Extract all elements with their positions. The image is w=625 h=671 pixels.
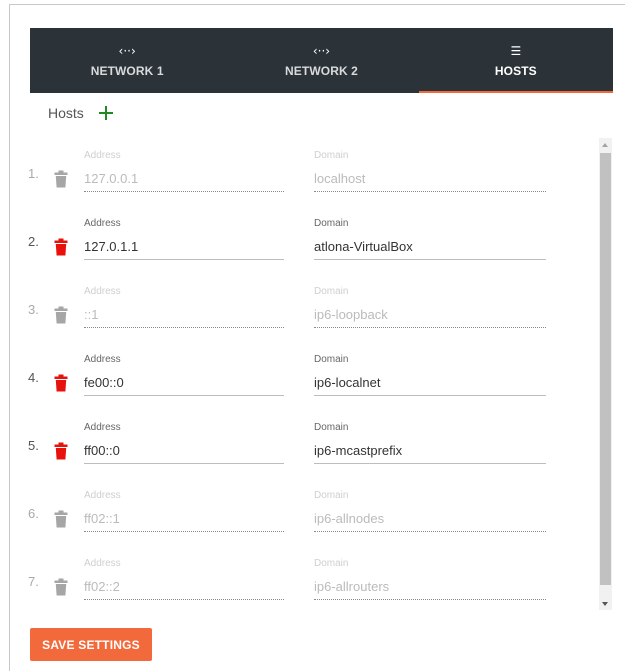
trash-icon[interactable] bbox=[54, 238, 68, 256]
scrollbar[interactable] bbox=[599, 138, 612, 610]
trash-icon[interactable] bbox=[54, 374, 68, 392]
address-input[interactable]: 127.0.1.1 bbox=[84, 238, 284, 260]
domain-input: ip6-allrouters bbox=[314, 578, 546, 600]
address-label: Address bbox=[84, 422, 121, 433]
row-number: 5. bbox=[28, 438, 39, 453]
address-label: Address bbox=[84, 150, 121, 161]
domain-input[interactable]: ip6-localnet bbox=[314, 374, 546, 396]
address-field: Address::1 bbox=[84, 286, 284, 328]
tab-network-2[interactable]: ‹··› NETWORK 2 bbox=[224, 28, 418, 93]
domain-label: Domain bbox=[314, 490, 349, 501]
scroll-down-arrow-icon[interactable] bbox=[599, 597, 612, 610]
code-brackets-icon: ‹··› bbox=[312, 44, 331, 58]
tab-label: NETWORK 2 bbox=[285, 64, 358, 78]
host-row: 7. Addressff02::2 Domainip6-allrouters bbox=[24, 546, 599, 610]
domain-input: localhost bbox=[314, 170, 546, 192]
address-input: ff02::1 bbox=[84, 510, 284, 532]
address-input: ff02::2 bbox=[84, 578, 284, 600]
domain-label: Domain bbox=[314, 150, 349, 161]
address-label: Address bbox=[84, 558, 121, 569]
row-number: 3. bbox=[28, 302, 39, 317]
domain-field: Domain atlona-VirtualBox bbox=[314, 218, 546, 260]
address-label: Address bbox=[84, 354, 121, 365]
row-number: 2. bbox=[28, 234, 39, 249]
domain-field: Domain ip6-allrouters bbox=[314, 558, 546, 600]
tab-label: NETWORK 1 bbox=[90, 64, 164, 78]
host-row: 2. Address 127.0.1.1 Domain atlona-VirtualBo… bbox=[24, 206, 599, 274]
address-input[interactable]: fe00::0 bbox=[84, 374, 284, 396]
domain-label: Domain bbox=[314, 286, 349, 297]
trash-icon bbox=[54, 510, 68, 528]
address-field: Address 127.0.0.1 bbox=[84, 150, 284, 192]
row-number: 1. bbox=[28, 166, 39, 181]
hosts-header: Hosts bbox=[48, 105, 114, 121]
address-label: Address bbox=[84, 218, 121, 229]
hosts-list: 1. Address 127.0.0.1 Domain localhost 2. Addre… bbox=[24, 138, 599, 610]
address-input: 127.0.0.1 bbox=[84, 170, 284, 192]
domain-input: ip6-allnodes bbox=[314, 510, 546, 532]
address-field: Addressff02::1 bbox=[84, 490, 284, 532]
address-field: Address 127.0.1.1 bbox=[84, 218, 284, 260]
address-field: Addressff02::2 bbox=[84, 558, 284, 600]
address-input[interactable]: ff00::0 bbox=[84, 442, 284, 464]
host-row: 1. Address 127.0.0.1 Domain localhost bbox=[24, 138, 599, 206]
domain-input[interactable]: ip6-mcastprefix bbox=[314, 442, 546, 464]
row-number: 4. bbox=[28, 370, 39, 385]
domain-field: Domain localhost bbox=[314, 150, 546, 192]
host-row: 6. Addressff02::1 Domainip6-allnodes bbox=[24, 478, 599, 546]
tab-label: HOSTS bbox=[494, 64, 537, 78]
trash-icon bbox=[54, 306, 68, 324]
domain-field: Domain ip6-loopback bbox=[314, 286, 546, 328]
tab-bar: ‹··› NETWORK 1 ‹··› NETWORK 2 ☰ HOSTS bbox=[30, 28, 614, 93]
domain-input: ip6-loopback bbox=[314, 306, 546, 328]
domain-field: Domain ip6-allnodes bbox=[314, 490, 546, 532]
domain-field: Domain ip6-localnet bbox=[314, 354, 546, 396]
host-row: 4. Addressfe00::0 Domainip6-localnet bbox=[24, 342, 599, 410]
tab-hosts[interactable]: ☰ HOSTS bbox=[418, 28, 614, 93]
scroll-up-arrow-icon[interactable] bbox=[599, 138, 612, 151]
tab-network-1[interactable]: ‹··› NETWORK 1 bbox=[30, 28, 224, 93]
address-label: Address bbox=[84, 286, 121, 297]
plus-icon[interactable] bbox=[98, 105, 114, 121]
list-icon: ☰ bbox=[510, 44, 522, 58]
domain-input[interactable]: atlona-VirtualBox bbox=[314, 238, 546, 260]
address-input: ::1 bbox=[84, 306, 284, 328]
host-row: 3. Address::1 Domainip6-loopback bbox=[24, 274, 599, 342]
host-row: 5. Addressff00::0 Domainip6-mcastprefix bbox=[24, 410, 599, 478]
address-field: Addressfe00::0 bbox=[84, 354, 284, 396]
row-number: 6. bbox=[28, 506, 39, 521]
address-label: Address bbox=[84, 490, 121, 501]
domain-label: Domain bbox=[314, 354, 349, 365]
save-settings-button[interactable]: SAVE SETTINGS bbox=[30, 628, 152, 661]
domain-label: Domain bbox=[314, 218, 349, 229]
hosts-title: Hosts bbox=[48, 105, 84, 121]
trash-icon[interactable] bbox=[54, 442, 68, 460]
trash-icon bbox=[54, 578, 68, 596]
domain-label: Domain bbox=[314, 558, 349, 569]
domain-label: Domain bbox=[314, 422, 349, 433]
row-number: 7. bbox=[28, 574, 39, 589]
domain-field: Domain ip6-mcastprefix bbox=[314, 422, 546, 464]
code-brackets-icon: ‹··› bbox=[118, 44, 136, 58]
address-field: Addressff00::0 bbox=[84, 422, 284, 464]
trash-icon bbox=[54, 170, 68, 188]
scroll-thumb[interactable] bbox=[600, 153, 611, 585]
